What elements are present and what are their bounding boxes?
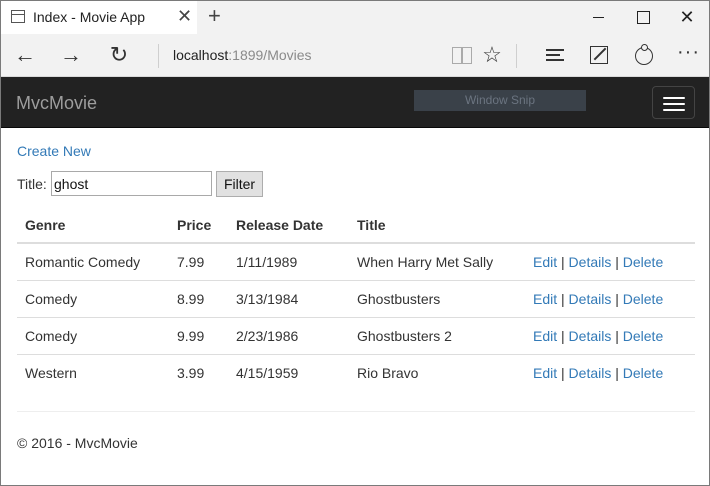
- browser-toolbar: ← → ↻ localhost:1899/Movies ☆ ···: [1, 34, 709, 77]
- cell-price: 8.99: [169, 279, 228, 317]
- window-close-icon[interactable]: ✕: [677, 7, 697, 27]
- cell-title: Ghostbusters: [349, 279, 525, 317]
- edit-link[interactable]: Edit: [533, 328, 557, 344]
- forward-arrow-icon[interactable]: →: [58, 42, 84, 68]
- table-row: Romantic Comedy 7.99 1/11/1989 When Harr…: [17, 243, 695, 280]
- column-header-release-date: Release Date: [228, 207, 349, 244]
- cell-price: 7.99: [177, 253, 205, 270]
- table-row: Comedy 8.99 3/13/1984 Ghostbusters Edit …: [17, 279, 695, 317]
- more-options-icon[interactable]: ···: [677, 42, 699, 66]
- title-filter-input[interactable]: [51, 171, 212, 196]
- column-header-price: Price: [169, 207, 228, 244]
- separator: |: [561, 364, 565, 381]
- filter-button[interactable]: Filter: [216, 171, 263, 197]
- toolbar-divider: [516, 44, 517, 68]
- separator: |: [615, 364, 619, 381]
- column-header-actions: [525, 207, 695, 244]
- toolbar-divider: [158, 44, 159, 68]
- separator: |: [615, 290, 619, 307]
- tab-close-icon[interactable]: ✕: [177, 6, 192, 26]
- minimize-icon[interactable]: [589, 7, 609, 27]
- hamburger-icon: [663, 97, 685, 99]
- details-link[interactable]: Details: [569, 254, 612, 270]
- window-snip-overlay: Window Snip: [414, 90, 586, 111]
- menu-toggle-button[interactable]: [652, 86, 695, 119]
- table-row: Comedy 9.99 2/23/1986 Ghostbusters 2 Edi…: [17, 316, 695, 354]
- separator: |: [561, 327, 565, 344]
- tab-strip: Index - Movie App ✕ + ✕: [1, 1, 709, 34]
- brand-link[interactable]: MvcMovie: [16, 93, 97, 114]
- url-path: :1899/Movies: [228, 47, 312, 63]
- edit-link[interactable]: Edit: [533, 291, 557, 307]
- filter-label: Title:: [17, 176, 47, 192]
- table-row: Western 3.99 4/15/1959 Rio Bravo Edit | …: [17, 353, 695, 391]
- separator: |: [561, 253, 565, 270]
- delete-link[interactable]: Delete: [623, 254, 663, 270]
- column-header-title: Title: [349, 207, 525, 244]
- reading-view-icon[interactable]: [451, 44, 473, 66]
- cell-title: Rio Bravo: [349, 353, 525, 391]
- cell-release-date: 3/13/1984: [228, 279, 349, 317]
- details-link[interactable]: Details: [569, 328, 612, 344]
- movies-table: Genre Price Release Date Title Romantic …: [17, 207, 695, 391]
- cell-release-date: 2/23/1986: [228, 316, 349, 354]
- url-host: localhost: [173, 47, 229, 63]
- site-navbar: MvcMovie Window Snip: [1, 77, 709, 128]
- details-link[interactable]: Details: [569, 291, 612, 307]
- separator: |: [615, 253, 619, 270]
- cell-title: When Harry Met Sally: [357, 253, 494, 270]
- browser-window: Index - Movie App ✕ + ✕ ← → ↻ localhost:…: [0, 0, 710, 486]
- maximize-icon[interactable]: [633, 7, 653, 27]
- page-icon: [11, 10, 25, 23]
- new-tab-icon[interactable]: +: [208, 4, 221, 28]
- hub-icon[interactable]: [544, 44, 566, 66]
- cell-release-date: 4/15/1959: [228, 353, 349, 391]
- table-header-row: Genre Price Release Date Title: [17, 207, 695, 244]
- tab-title: Index - Movie App: [33, 9, 146, 25]
- cell-price: 9.99: [169, 316, 228, 354]
- create-new-link[interactable]: Create New: [17, 143, 91, 159]
- delete-link[interactable]: Delete: [623, 328, 663, 344]
- column-header-genre: Genre: [17, 207, 169, 244]
- cell-actions: Edit | Details | Delete: [525, 279, 695, 317]
- back-arrow-icon[interactable]: ←: [12, 42, 38, 68]
- delete-link[interactable]: Delete: [623, 291, 663, 307]
- cell-actions: Edit | Details | Delete: [525, 316, 695, 354]
- separator: |: [561, 290, 565, 307]
- cell-actions: Edit | Details | Delete: [525, 353, 695, 391]
- browser-tab[interactable]: Index - Movie App ✕: [1, 1, 197, 34]
- footer-copyright: © 2016 - MvcMovie: [17, 435, 138, 451]
- cell-title: Ghostbusters 2: [349, 316, 525, 354]
- refresh-icon[interactable]: ↻: [106, 42, 132, 68]
- details-link[interactable]: Details: [569, 365, 612, 381]
- edit-link[interactable]: Edit: [533, 365, 557, 381]
- cell-release-date: 1/11/1989: [236, 253, 298, 270]
- address-bar[interactable]: localhost:1899/Movies: [173, 47, 312, 63]
- delete-link[interactable]: Delete: [623, 365, 663, 381]
- web-note-icon[interactable]: [588, 44, 610, 66]
- cell-genre: Comedy: [17, 316, 169, 354]
- cell-genre: Romantic Comedy: [25, 253, 141, 270]
- edit-link[interactable]: Edit: [533, 254, 557, 270]
- cell-genre: Western: [17, 353, 169, 391]
- share-icon[interactable]: [633, 44, 655, 66]
- separator: |: [615, 327, 619, 344]
- cell-genre: Comedy: [17, 279, 169, 317]
- footer-divider: [17, 411, 695, 412]
- cell-price: 3.99: [169, 353, 228, 391]
- favorite-star-icon[interactable]: ☆: [481, 44, 503, 66]
- cell-actions: Edit | Details | Delete: [525, 243, 695, 280]
